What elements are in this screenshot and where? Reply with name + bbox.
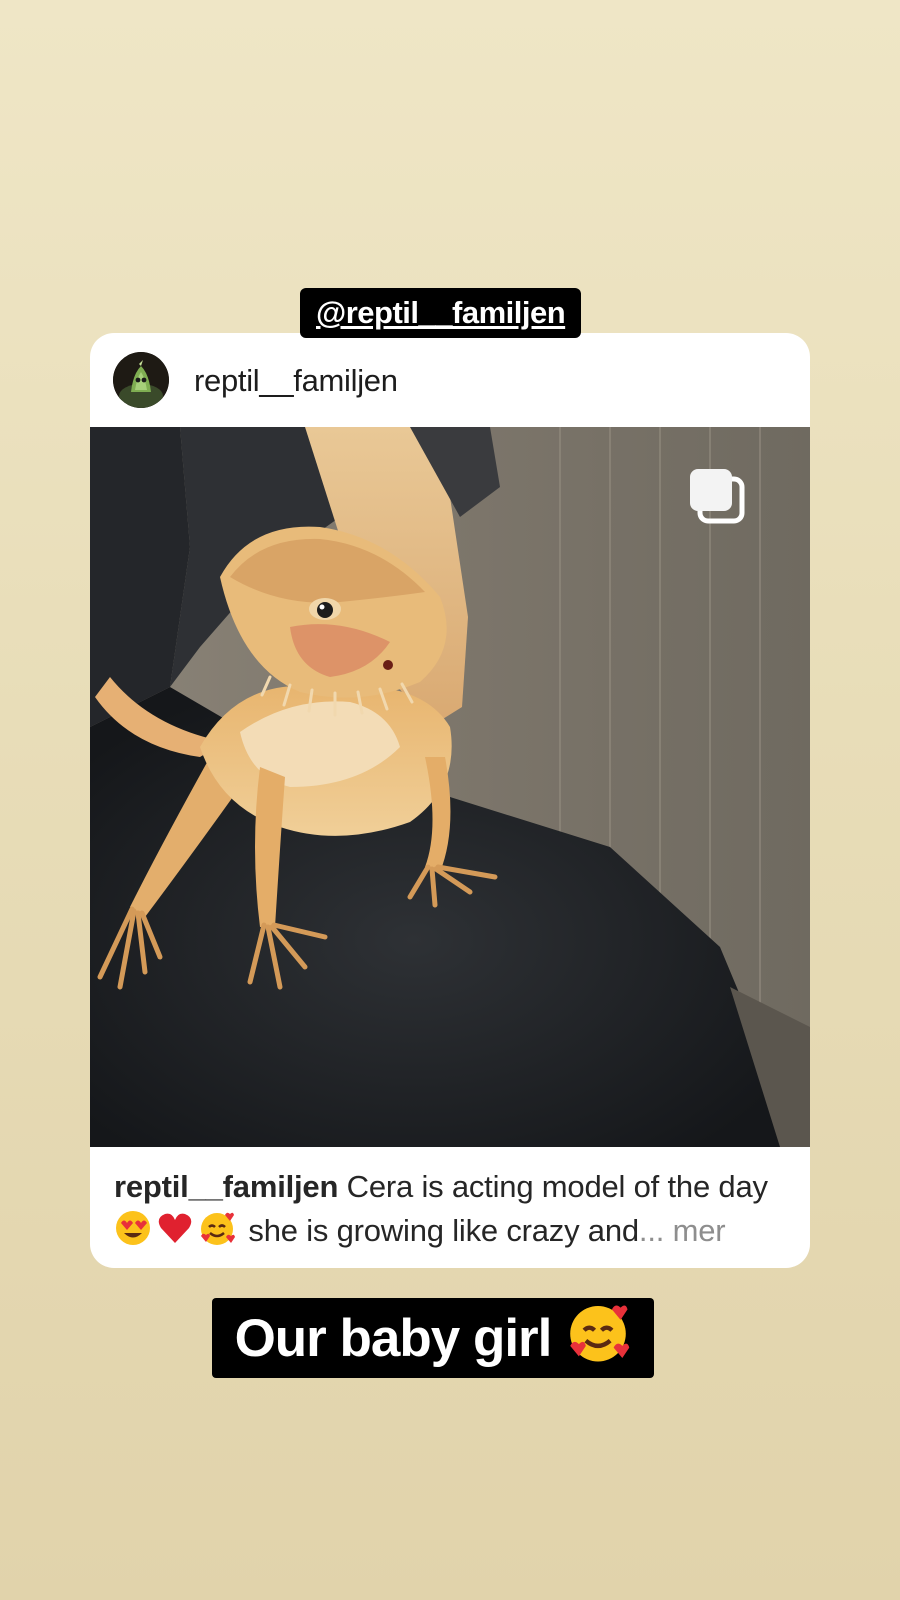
text-sticker: Our baby girl [212, 1298, 654, 1378]
heart-eyes-icon [114, 1209, 152, 1259]
caption-ellipsis: ... [638, 1213, 665, 1248]
text-sticker-label: Our baby girl [234, 1308, 553, 1368]
bearded-dragon-photo [90, 427, 810, 1147]
caption-more-link[interactable]: mer [673, 1213, 726, 1248]
caption-line2: she is growing like crazy and [248, 1213, 639, 1248]
shared-post-card[interactable]: reptil__familjen reptil__familjen Cera i… [90, 333, 810, 1268]
post-header[interactable]: reptil__familjen [90, 333, 810, 427]
post-photo[interactable] [90, 427, 810, 1147]
smiling-face-with-hearts-icon [565, 1299, 631, 1378]
post-caption[interactable]: reptil__familjen Cera is acting model of… [114, 1165, 794, 1259]
caption-username[interactable]: reptil__familjen [114, 1169, 338, 1204]
chameleon-avatar-icon [113, 352, 169, 408]
mention-sticker-label: @reptil__familjen [316, 295, 566, 330]
red-heart-icon [156, 1209, 194, 1259]
mention-sticker[interactable]: @reptil__familjen [300, 288, 582, 338]
avatar[interactable] [113, 352, 169, 408]
smiling-face-with-hearts-icon [198, 1209, 236, 1259]
caption-line1: Cera is acting model of the day [346, 1169, 768, 1204]
post-author-username[interactable]: reptil__familjen [194, 363, 398, 399]
